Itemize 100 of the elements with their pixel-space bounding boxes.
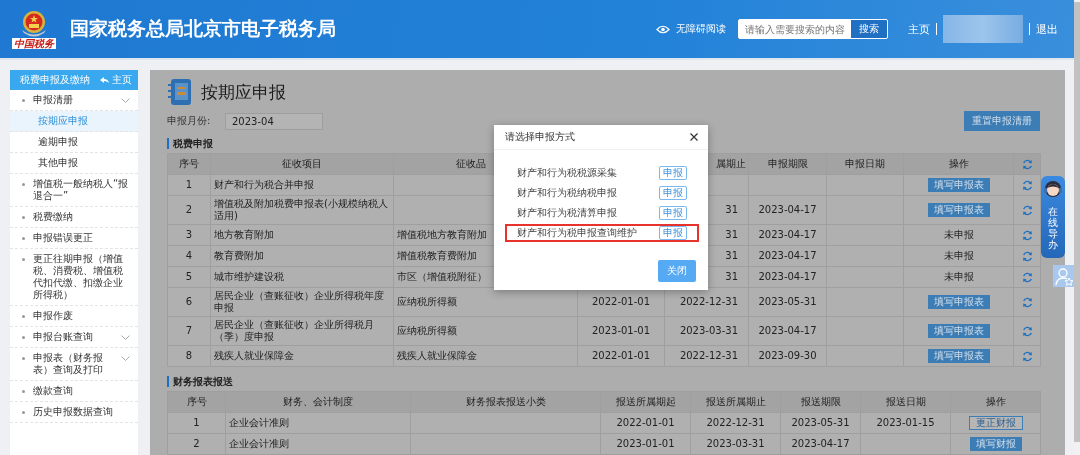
sidebar-item[interactable]: 申报台账查询 (10, 327, 138, 348)
sidebar-item[interactable]: 历史申报数据查询 (10, 402, 138, 423)
table-cell: 增值税及附加税费申报表(小规模纳税人适用) (210, 195, 394, 225)
site-title: 国家税务总局北京市电子税务局 (70, 16, 336, 41)
refresh-icon[interactable] (1021, 229, 1033, 241)
column-header: 申报日期 (826, 153, 904, 175)
bullet-icon (22, 237, 25, 240)
section-title: 财务报表报送 (167, 376, 1040, 387)
emblem-logo (19, 9, 49, 38)
search-button[interactable]: 搜索 (851, 20, 887, 38)
refresh-icon[interactable] (1021, 250, 1033, 262)
column-header: 报送所属期止 (690, 391, 781, 413)
sidebar-subitem[interactable]: 逾期申报 (10, 132, 138, 153)
column-header: 序号 (167, 391, 226, 413)
close-button[interactable]: 关闭 (658, 260, 696, 282)
month-field[interactable]: 2023-04 (225, 112, 323, 130)
sidebar-item[interactable]: 更正往期申报（增值税、消费税、增值税代扣代缴、扣缴企业所得税） (10, 249, 138, 306)
refresh-icon[interactable] (1021, 271, 1033, 283)
bullet-icon (22, 411, 25, 414)
refresh-icon[interactable] (1021, 325, 1033, 337)
online-guide-tab[interactable]: 在线导办 (1041, 176, 1065, 258)
sidebar-subitem[interactable]: 其他申报 (10, 153, 138, 174)
table-cell: 居民企业（查账征收）企业所得税月（季）度申报 (210, 316, 394, 346)
eye-icon[interactable] (656, 24, 670, 34)
bullet-icon (22, 315, 25, 318)
column-header: 财务、会计制度 (225, 391, 411, 413)
sidebar-item[interactable]: 缴款查询 (10, 381, 138, 402)
sidebar-item[interactable]: 申报错误更正 (10, 228, 138, 249)
table-cell: 3 (167, 224, 211, 246)
sidebar-subitem[interactable]: 按期应申报 (10, 111, 138, 132)
bullet-icon (22, 99, 25, 102)
table-cell: 8 (167, 345, 211, 367)
column-header: 报送所属期起 (600, 391, 691, 413)
fill-form-button[interactable]: 填写申报表 (927, 324, 990, 338)
table-cell: 应纳税所得额 (393, 316, 578, 346)
refresh-icon[interactable] (1021, 158, 1033, 170)
refresh-icon[interactable] (1021, 179, 1033, 191)
online-guide-label: 在线导办 (1048, 206, 1058, 250)
close-icon[interactable] (690, 133, 698, 141)
table-cell: 1 (167, 174, 211, 196)
refresh-icon[interactable] (1021, 296, 1033, 308)
notebook-icon (167, 78, 193, 106)
sidebar-title: 税费申报及缴纳 (20, 73, 90, 87)
table-cell: 居民企业（查账征收）企业所得税年度申报 (210, 287, 394, 317)
table-cell: 2023-01-01 (577, 316, 665, 346)
bullet-icon (22, 183, 25, 186)
status-text: 未申报 (943, 250, 974, 261)
bullet-icon (22, 390, 25, 393)
status-text: 未申报 (943, 271, 974, 282)
reset-button[interactable]: 重置申报清册 (964, 111, 1040, 131)
bullet-icon (22, 216, 25, 219)
search-field[interactable]: 请输入需要搜索的内容 搜索 (738, 19, 888, 39)
fill-form-button[interactable]: 填写申报表 (927, 349, 990, 363)
table-cell: 4 (167, 245, 211, 267)
option-label: 财产和行为税纳税申报 (517, 186, 617, 200)
logo-caption: 中国税务 (12, 37, 56, 49)
sidebar-item[interactable]: 税费缴纳 (10, 207, 138, 228)
table-cell: 2 (167, 433, 226, 455)
chevron-down-icon (121, 98, 130, 103)
fill-form-button[interactable]: 填写申报表 (927, 178, 990, 192)
table-cell: 2023-04-17 (748, 195, 827, 225)
column-header: 序号 (167, 153, 211, 175)
month-label: 申报月份: (167, 114, 212, 128)
declare-button[interactable]: 申报 (659, 166, 687, 180)
back-arrow-icon (100, 76, 109, 84)
table-cell: 1 (167, 412, 226, 434)
column-header: 操作 (950, 391, 1041, 413)
sidebar-item[interactable]: 申报表（财务报表）查询及打印 (10, 348, 138, 381)
status-text: 未申报 (943, 229, 974, 240)
column-header: 财务报表报送小类 (410, 391, 601, 413)
declare-button[interactable]: 申报 (659, 206, 687, 220)
declare-button[interactable]: 申报 (659, 226, 687, 240)
column-header: 征收项目 (210, 153, 394, 175)
home-link[interactable]: 主页 (100, 73, 132, 87)
column-header: 报送期限 (780, 391, 861, 413)
fill-report-button[interactable]: 填写财报 (969, 437, 1022, 451)
option-label: 财产和行为税清算申报 (517, 206, 617, 220)
fill-form-button[interactable]: 填写申报表 (927, 203, 990, 217)
page-title: 按期应申报 (201, 80, 286, 104)
table-cell: 2023-05-31 (748, 287, 827, 317)
sidebar-item[interactable]: 增值税一般纳税人“报退合一” (10, 174, 138, 207)
table-cell: 6 (167, 287, 211, 317)
correct-report-button[interactable]: 更正财报 (968, 416, 1023, 430)
fill-form-button[interactable]: 填写申报表 (927, 295, 990, 309)
table-cell: 2023-04-17 (748, 316, 827, 346)
declare-button[interactable]: 申报 (659, 186, 687, 200)
refresh-icon[interactable] (1021, 204, 1033, 216)
chevron-down-icon (121, 356, 130, 361)
table-cell: 2023-03-31 (664, 316, 749, 346)
home-link[interactable]: 主页 (908, 21, 930, 37)
column-header: 申报期限 (748, 153, 827, 175)
bullet-icon (22, 258, 25, 261)
table-cell: 2 (167, 195, 211, 225)
column-header: 操作 (903, 153, 1014, 175)
bullet-icon (22, 336, 25, 339)
accessibility-link[interactable]: 无障碍阅读 (676, 22, 726, 36)
refresh-icon[interactable] (1021, 350, 1033, 362)
sidebar-item[interactable]: 申报作废 (10, 306, 138, 327)
agent-avatar-icon (1042, 178, 1064, 200)
logout-link[interactable]: 退出 (1036, 21, 1058, 37)
